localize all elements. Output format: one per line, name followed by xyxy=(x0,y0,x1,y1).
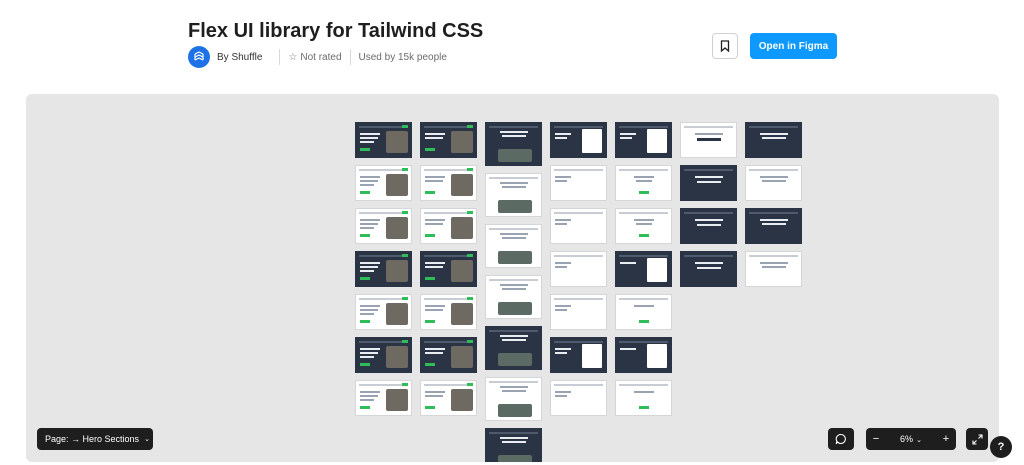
bookmark-icon xyxy=(720,40,730,52)
bookmark-button[interactable] xyxy=(712,33,738,59)
design-canvas[interactable] xyxy=(26,94,999,462)
hero-frame-thumbnail[interactable] xyxy=(550,251,607,287)
hero-frame-thumbnail[interactable] xyxy=(745,165,802,201)
hero-frame-thumbnail[interactable] xyxy=(680,208,737,244)
hero-frame-thumbnail[interactable] xyxy=(680,165,737,201)
star-icon: ☆ xyxy=(288,51,298,63)
hero-frame-thumbnail[interactable] xyxy=(355,380,412,416)
hero-frame-thumbnail[interactable] xyxy=(420,208,477,244)
hero-frame-thumbnail[interactable] xyxy=(680,122,737,158)
hero-frame-thumbnail[interactable] xyxy=(420,337,477,373)
hero-frame-thumbnail[interactable] xyxy=(615,122,672,158)
hero-frame-thumbnail[interactable] xyxy=(420,165,477,201)
zoom-level: 6% xyxy=(900,434,914,444)
hero-frame-thumbnail[interactable] xyxy=(355,208,412,244)
author-link[interactable]: By Shuffle xyxy=(217,52,262,63)
frame-column xyxy=(550,122,607,416)
hero-frame-thumbnail[interactable] xyxy=(420,122,477,158)
hero-frame-thumbnail[interactable] xyxy=(615,165,672,201)
hero-frame-thumbnail[interactable] xyxy=(550,380,607,416)
expand-icon xyxy=(971,433,983,445)
hero-frame-thumbnail[interactable] xyxy=(615,380,672,416)
frame-column xyxy=(745,122,802,287)
zoom-control: − 6% ⌄ + xyxy=(866,428,956,450)
hero-frame-thumbnail[interactable] xyxy=(485,173,542,217)
divider xyxy=(349,49,351,65)
hero-frame-thumbnail[interactable] xyxy=(550,337,607,373)
hero-frame-thumbnail[interactable] xyxy=(485,122,542,166)
hero-frame-thumbnail[interactable] xyxy=(550,208,607,244)
frame-column xyxy=(420,122,477,416)
hero-frame-thumbnail[interactable] xyxy=(550,165,607,201)
hero-frame-thumbnail[interactable] xyxy=(355,337,412,373)
hero-frame-thumbnail[interactable] xyxy=(745,251,802,287)
comment-icon xyxy=(835,433,846,445)
help-button[interactable]: ? xyxy=(990,436,1012,458)
fullscreen-button[interactable] xyxy=(966,428,988,450)
frame-column xyxy=(485,122,542,462)
file-meta: By Shuffle ☆ Not rated Used by 15k peopl… xyxy=(188,46,447,68)
usage-text: Used by 15k people xyxy=(358,51,447,63)
zoom-out-button[interactable]: − xyxy=(866,433,886,445)
frame-column xyxy=(680,122,737,287)
hero-frame-thumbnail[interactable] xyxy=(745,208,802,244)
frame-column xyxy=(615,122,672,416)
chevron-down-icon: ⌄ xyxy=(144,436,150,443)
hero-frame-thumbnail[interactable] xyxy=(420,251,477,287)
hero-frame-thumbnail[interactable] xyxy=(550,294,607,330)
shuffle-logo-icon[interactable] xyxy=(188,46,210,68)
hero-frame-thumbnail[interactable] xyxy=(615,294,672,330)
hero-frame-thumbnail[interactable] xyxy=(355,165,412,201)
hero-frame-thumbnail[interactable] xyxy=(615,208,672,244)
hero-frame-thumbnail[interactable] xyxy=(420,294,477,330)
hero-frame-thumbnail[interactable] xyxy=(355,294,412,330)
hero-frame-thumbnail[interactable] xyxy=(485,377,542,421)
page-selector-dropdown[interactable]: Page: → Hero Sections ⌄ xyxy=(37,428,153,450)
hero-frame-thumbnail[interactable] xyxy=(355,251,412,287)
hero-frame-thumbnail[interactable] xyxy=(420,380,477,416)
hero-frame-thumbnail[interactable] xyxy=(485,326,542,370)
hero-frame-thumbnail[interactable] xyxy=(485,428,542,462)
hero-frame-thumbnail[interactable] xyxy=(745,122,802,158)
frame-column xyxy=(355,122,412,416)
zoom-level-dropdown[interactable]: 6% ⌄ xyxy=(886,434,936,444)
hero-frame-thumbnail[interactable] xyxy=(485,275,542,319)
zoom-in-button[interactable]: + xyxy=(936,433,956,445)
page-title: Flex UI library for Tailwind CSS xyxy=(188,20,484,42)
hero-frame-thumbnail[interactable] xyxy=(680,251,737,287)
hero-frame-thumbnail[interactable] xyxy=(550,122,607,158)
open-in-figma-button[interactable]: Open in Figma xyxy=(750,33,837,59)
hero-frame-thumbnail[interactable] xyxy=(485,224,542,268)
comment-button[interactable] xyxy=(828,428,854,450)
hero-frame-thumbnail[interactable] xyxy=(355,122,412,158)
divider xyxy=(279,49,281,65)
hero-frame-thumbnail[interactable] xyxy=(615,251,672,287)
hero-frame-thumbnail[interactable] xyxy=(615,337,672,373)
chevron-down-icon: ⌄ xyxy=(916,437,922,444)
page-selector-label: Page: → Hero Sections xyxy=(45,434,140,444)
rating-text: Not rated xyxy=(300,51,342,63)
